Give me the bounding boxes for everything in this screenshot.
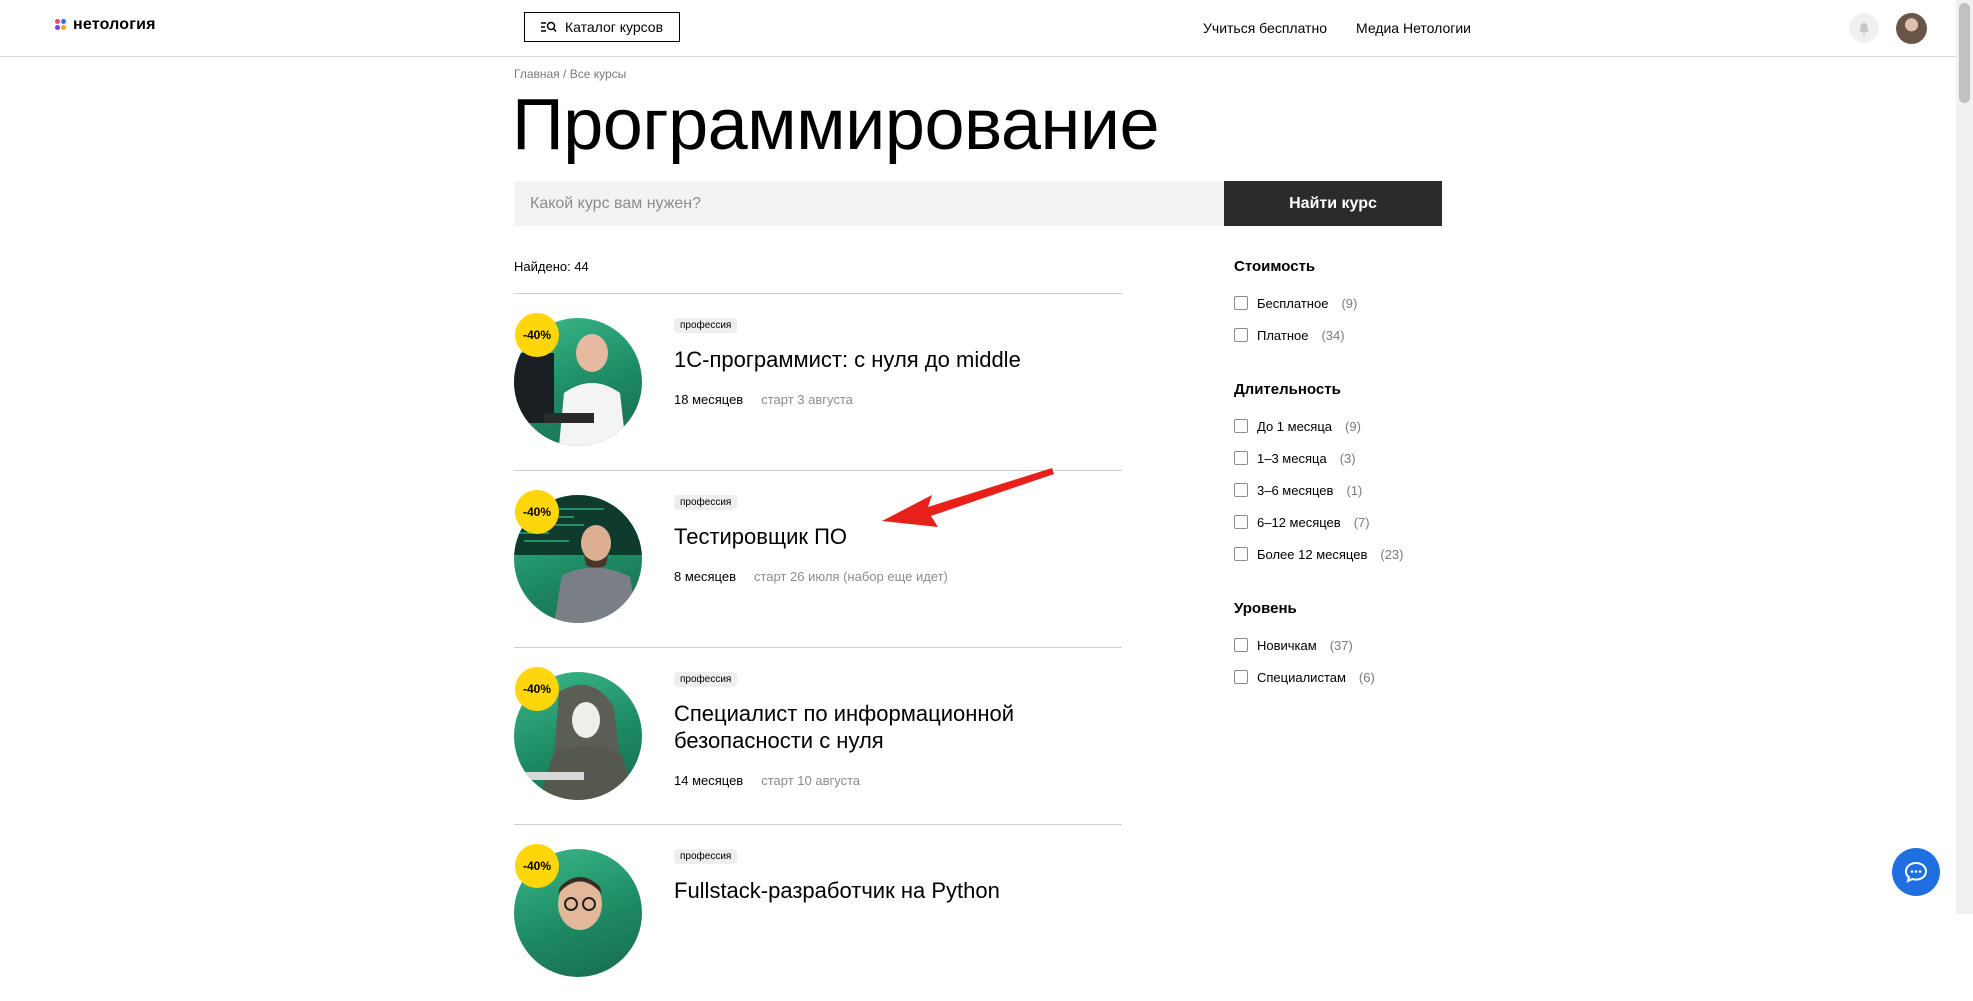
user-avatar[interactable] xyxy=(1896,13,1927,44)
logo-dots-icon xyxy=(55,19,67,31)
course-type-badge: профессия xyxy=(674,672,738,687)
chat-bubble-icon xyxy=(1904,861,1928,883)
breadcrumb-separator: / xyxy=(563,67,567,81)
checkbox[interactable] xyxy=(1234,515,1248,529)
nav-link-media[interactable]: Медиа Нетологии xyxy=(1356,20,1471,36)
catalog-button-label: Каталог курсов xyxy=(564,19,664,35)
filter-label: 1–3 месяца xyxy=(1257,450,1327,466)
page-scrollbar[interactable] xyxy=(1956,0,1973,914)
course-duration: 14 месяцев xyxy=(674,773,744,788)
filter-group-title: Уровень xyxy=(1234,600,1297,617)
checkbox[interactable] xyxy=(1234,670,1248,684)
notifications-button[interactable] xyxy=(1849,13,1879,43)
filter-option[interactable]: 3–6 месяцев (1) xyxy=(1234,474,1403,506)
filter-count: (6) xyxy=(1358,669,1375,685)
filter-group-level: Уровень Новичкам (37) Специалистам (6) xyxy=(1234,600,1403,693)
course-start: старт 26 июля (набор еще идет) xyxy=(754,569,948,584)
course-card[interactable]: -40% профессия 1С-программист: с нуля до… xyxy=(514,293,1122,470)
course-meta: 18 месяцев старт 3 августа xyxy=(674,392,853,407)
discount-badge: -40% xyxy=(515,490,559,534)
page-title: Программирование xyxy=(512,85,1160,165)
chat-button[interactable] xyxy=(1892,848,1940,896)
course-type-badge: профессия xyxy=(674,849,738,864)
nav-link-free-learning[interactable]: Учиться бесплатно xyxy=(1203,20,1327,36)
course-title[interactable]: Специалист по информационной безопасност… xyxy=(674,700,1104,754)
filter-count: (37) xyxy=(1329,637,1353,653)
course-duration: 18 месяцев xyxy=(674,392,744,407)
filter-count: (23) xyxy=(1380,546,1404,562)
checkbox[interactable] xyxy=(1234,451,1248,465)
course-type-badge: профессия xyxy=(674,318,738,333)
breadcrumb: Главная / Все курсы xyxy=(514,67,626,81)
filter-label: Более 12 месяцев xyxy=(1257,546,1368,562)
filter-group-title: Длительность xyxy=(1234,381,1341,398)
filter-count: (9) xyxy=(1341,295,1358,311)
discount-badge: -40% xyxy=(515,667,559,711)
course-type-badge: профессия xyxy=(674,495,738,510)
course-start: старт 3 августа xyxy=(761,392,853,407)
scrollbar-thumb[interactable] xyxy=(1959,3,1970,103)
catalog-button[interactable]: Каталог курсов xyxy=(524,12,680,42)
breadcrumb-current[interactable]: Все курсы xyxy=(570,67,627,81)
filter-count: (34) xyxy=(1321,327,1345,343)
breadcrumb-home[interactable]: Главная xyxy=(514,67,560,81)
site-header: нетология Каталог курсов Учиться бесплат… xyxy=(0,0,1956,57)
bell-icon xyxy=(1859,22,1869,35)
filter-label: Специалистам xyxy=(1257,669,1346,685)
checkbox[interactable] xyxy=(1234,296,1248,310)
netology-logo[interactable]: нетология xyxy=(55,16,156,34)
course-meta: 14 месяцев старт 10 августа xyxy=(674,773,860,788)
filter-label: Бесплатное xyxy=(1257,295,1329,311)
checkbox[interactable] xyxy=(1234,483,1248,497)
checkbox[interactable] xyxy=(1234,328,1248,342)
filter-count: (3) xyxy=(1339,450,1356,466)
filter-group-title: Стоимость xyxy=(1234,258,1316,275)
filter-count: (9) xyxy=(1345,418,1361,434)
course-duration: 8 месяцев xyxy=(674,569,736,584)
checkbox[interactable] xyxy=(1234,638,1248,652)
filter-label: Платное xyxy=(1257,327,1309,343)
checkbox[interactable] xyxy=(1234,547,1248,561)
red-arrow-annotation xyxy=(882,468,1054,527)
discount-badge: -40% xyxy=(515,313,559,357)
filter-group-duration: Длительность До 1 месяца (9) 1–3 месяца (3… xyxy=(1234,381,1403,570)
course-card[interactable]: -40% профессия Fullstack-разработчик на … xyxy=(514,824,1122,1001)
filter-label: 6–12 месяцев xyxy=(1257,514,1341,530)
filter-option[interactable]: 6–12 месяцев (7) xyxy=(1234,506,1403,538)
search-course-button[interactable]: Найти курс xyxy=(1224,181,1442,226)
logo-text: нетология xyxy=(73,16,156,33)
filter-label: Новичкам xyxy=(1257,637,1317,653)
filter-option[interactable]: Специалистам (6) xyxy=(1234,661,1403,693)
course-search-input[interactable] xyxy=(514,181,1224,226)
filter-label: До 1 месяца xyxy=(1257,418,1333,434)
discount-badge: -40% xyxy=(515,844,559,888)
course-start: старт 10 августа xyxy=(761,773,861,788)
filters-sidebar: Стоимость Бесплатное (9) Платное (34) Длит… xyxy=(1234,258,1403,693)
course-card[interactable]: -40% профессия Специалист по информацион… xyxy=(514,647,1122,824)
filter-option[interactable]: 1–3 месяца (3) xyxy=(1234,442,1403,474)
course-title[interactable]: Fullstack-разработчик на Python xyxy=(674,877,1104,904)
filter-group-cost: Стоимость Бесплатное (9) Платное (34) xyxy=(1234,258,1403,351)
filter-count: (1) xyxy=(1346,482,1363,498)
checkbox[interactable] xyxy=(1234,419,1248,433)
results-count: Найдено: 44 xyxy=(514,259,589,274)
course-title[interactable]: 1С-программист: с нуля до middle xyxy=(674,346,1104,373)
search-list-icon xyxy=(540,21,557,32)
filter-count: (7) xyxy=(1353,514,1370,530)
filter-option[interactable]: Бесплатное (9) xyxy=(1234,287,1403,319)
filter-option[interactable]: Новичкам (37) xyxy=(1234,629,1403,661)
filter-option[interactable]: Более 12 месяцев (23) xyxy=(1234,538,1403,570)
filter-option[interactable]: До 1 месяца (9) xyxy=(1234,410,1403,442)
filter-option[interactable]: Платное (34) xyxy=(1234,319,1403,351)
filter-label: 3–6 месяцев xyxy=(1257,482,1334,498)
course-meta: 8 месяцев старт 26 июля (набор еще идет) xyxy=(674,569,948,584)
